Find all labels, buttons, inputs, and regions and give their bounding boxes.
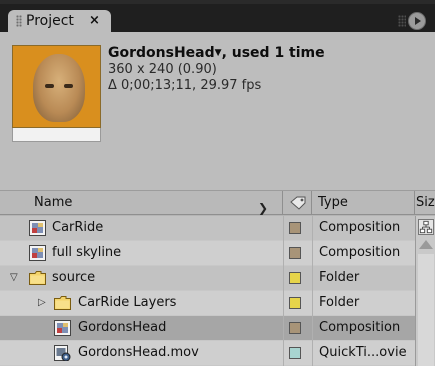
label-color-swatch[interactable] [289, 222, 301, 234]
panel-menu-button[interactable] [398, 12, 428, 30]
column-name-label: Name [34, 195, 73, 210]
label-color-swatch[interactable] [289, 347, 301, 359]
item-info: GordonsHead▼, used 1 time 360 x 240 (0.9… [108, 45, 325, 93]
eye [45, 84, 54, 88]
item-type: Composition [319, 320, 401, 335]
composition-icon [29, 245, 46, 261]
scrollbar[interactable] [415, 216, 435, 366]
thumbnail-caption-bar [12, 128, 101, 142]
folder-icon [29, 271, 46, 285]
column-divider [283, 291, 284, 316]
item-duration: Δ 0;00;13;11, 29.97 fps [108, 78, 262, 93]
column-divider [312, 266, 313, 291]
column-label[interactable] [283, 191, 312, 215]
column-divider [283, 341, 284, 366]
label-tag-icon [290, 196, 306, 210]
drag-grip-icon[interactable] [398, 15, 406, 27]
expand-twisty-icon[interactable]: ▷ [38, 297, 46, 308]
column-header: Name ❯ Type Size [0, 190, 435, 215]
column-divider [312, 291, 313, 316]
item-name: GordonsHead [78, 320, 167, 335]
folder-icon [54, 296, 71, 310]
list-item[interactable]: GordonsHead Composition [0, 316, 415, 341]
column-divider [312, 316, 313, 341]
scroll-up-arrow-icon[interactable] [419, 240, 433, 249]
column-name[interactable]: Name ❯ [0, 191, 283, 215]
list-item[interactable]: ▷ CarRide Layers Folder [0, 291, 415, 316]
panel-menu-icon[interactable] [408, 12, 426, 30]
column-divider [283, 241, 284, 266]
item-usage: , used 1 time [221, 45, 325, 61]
item-name: GordonsHead [108, 45, 215, 61]
item-name: CarRide [52, 220, 104, 235]
item-title: GordonsHead▼, used 1 time [108, 45, 325, 61]
label-color-swatch[interactable] [289, 272, 301, 284]
preview-area: GordonsHead▼, used 1 time 360 x 240 (0.9… [0, 32, 435, 190]
composition-icon [54, 320, 71, 336]
item-type: Folder [319, 295, 360, 310]
face-image [33, 54, 85, 122]
column-divider [312, 216, 313, 241]
column-divider [283, 266, 284, 291]
column-size[interactable]: Size [415, 191, 435, 215]
usage-dropdown-icon[interactable]: ▼ [215, 48, 222, 58]
column-divider [312, 341, 313, 366]
item-dimensions: 360 x 240 (0.90) [108, 62, 217, 77]
quicktime-file-icon [54, 345, 71, 361]
item-type: Composition [319, 245, 401, 260]
close-icon[interactable]: × [89, 13, 100, 28]
list-item[interactable]: CarRide Composition [0, 216, 415, 241]
label-color-swatch[interactable] [289, 297, 301, 309]
column-divider [283, 316, 284, 341]
tab-title: Project [26, 13, 74, 29]
column-type[interactable]: Type [312, 191, 415, 215]
item-name: full skyline [52, 245, 122, 260]
composition-icon [29, 220, 46, 236]
scrollbar-track[interactable] [418, 254, 434, 366]
label-color-swatch[interactable] [289, 322, 301, 334]
eye [64, 84, 73, 88]
expand-twisty-icon[interactable]: ▽ [10, 272, 18, 283]
list-item[interactable]: ▽ source Folder [0, 266, 415, 291]
column-divider [312, 241, 313, 266]
item-type: Folder [319, 270, 360, 285]
tab-project[interactable]: Project × [8, 10, 111, 32]
item-name: CarRide Layers [78, 295, 177, 310]
label-color-swatch[interactable] [289, 247, 301, 259]
item-type: QuickTi...ovie [319, 345, 407, 360]
project-panel: Project × GordonsHead▼, used 1 time 360 … [0, 0, 435, 366]
column-divider [283, 216, 284, 241]
list-item[interactable]: full skyline Composition [0, 241, 415, 266]
item-name: GordonsHead.mov [78, 345, 199, 360]
panel-tab-bar: Project × [0, 4, 435, 32]
item-type: Composition [319, 220, 401, 235]
drag-grip-icon[interactable] [16, 15, 22, 27]
thumbnail-image [12, 45, 101, 128]
item-name: source [52, 270, 96, 285]
flowchart-icon[interactable] [418, 219, 434, 235]
list-item[interactable]: GordonsHead.mov QuickTi...ovie [0, 341, 415, 366]
